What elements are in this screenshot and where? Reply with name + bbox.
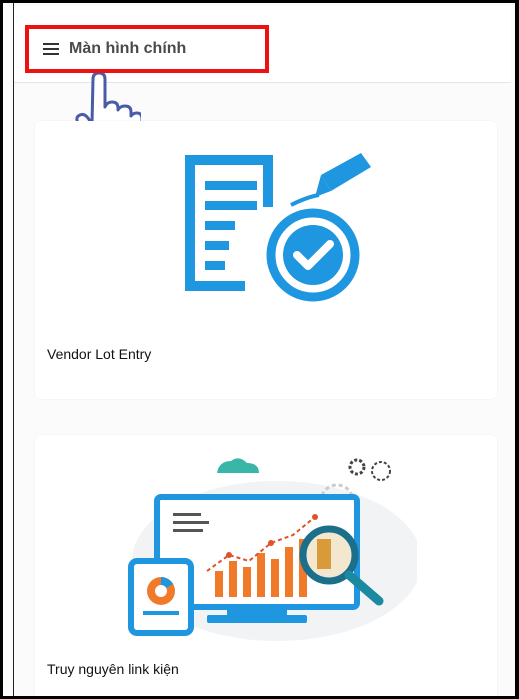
hamburger-icon[interactable] (43, 43, 59, 55)
card-title: Vendor Lot Entry (47, 346, 152, 362)
app-window: Màn hình chính Vendor Lot Entry Truy ngu… (0, 0, 519, 699)
analytics-magnifier-icon (128, 458, 417, 641)
main-menu-button[interactable]: Màn hình chính (25, 25, 269, 73)
window-edge (13, 3, 14, 696)
document-check-icon (185, 153, 371, 302)
card-title: Truy nguyên link kiện (47, 661, 179, 677)
card-truy-nguyen-link-kien[interactable]: Truy nguyên link kiện (35, 435, 497, 696)
menu-title: Màn hình chính (69, 40, 187, 57)
card-vendor-lot-entry[interactable]: Vendor Lot Entry (35, 121, 497, 399)
